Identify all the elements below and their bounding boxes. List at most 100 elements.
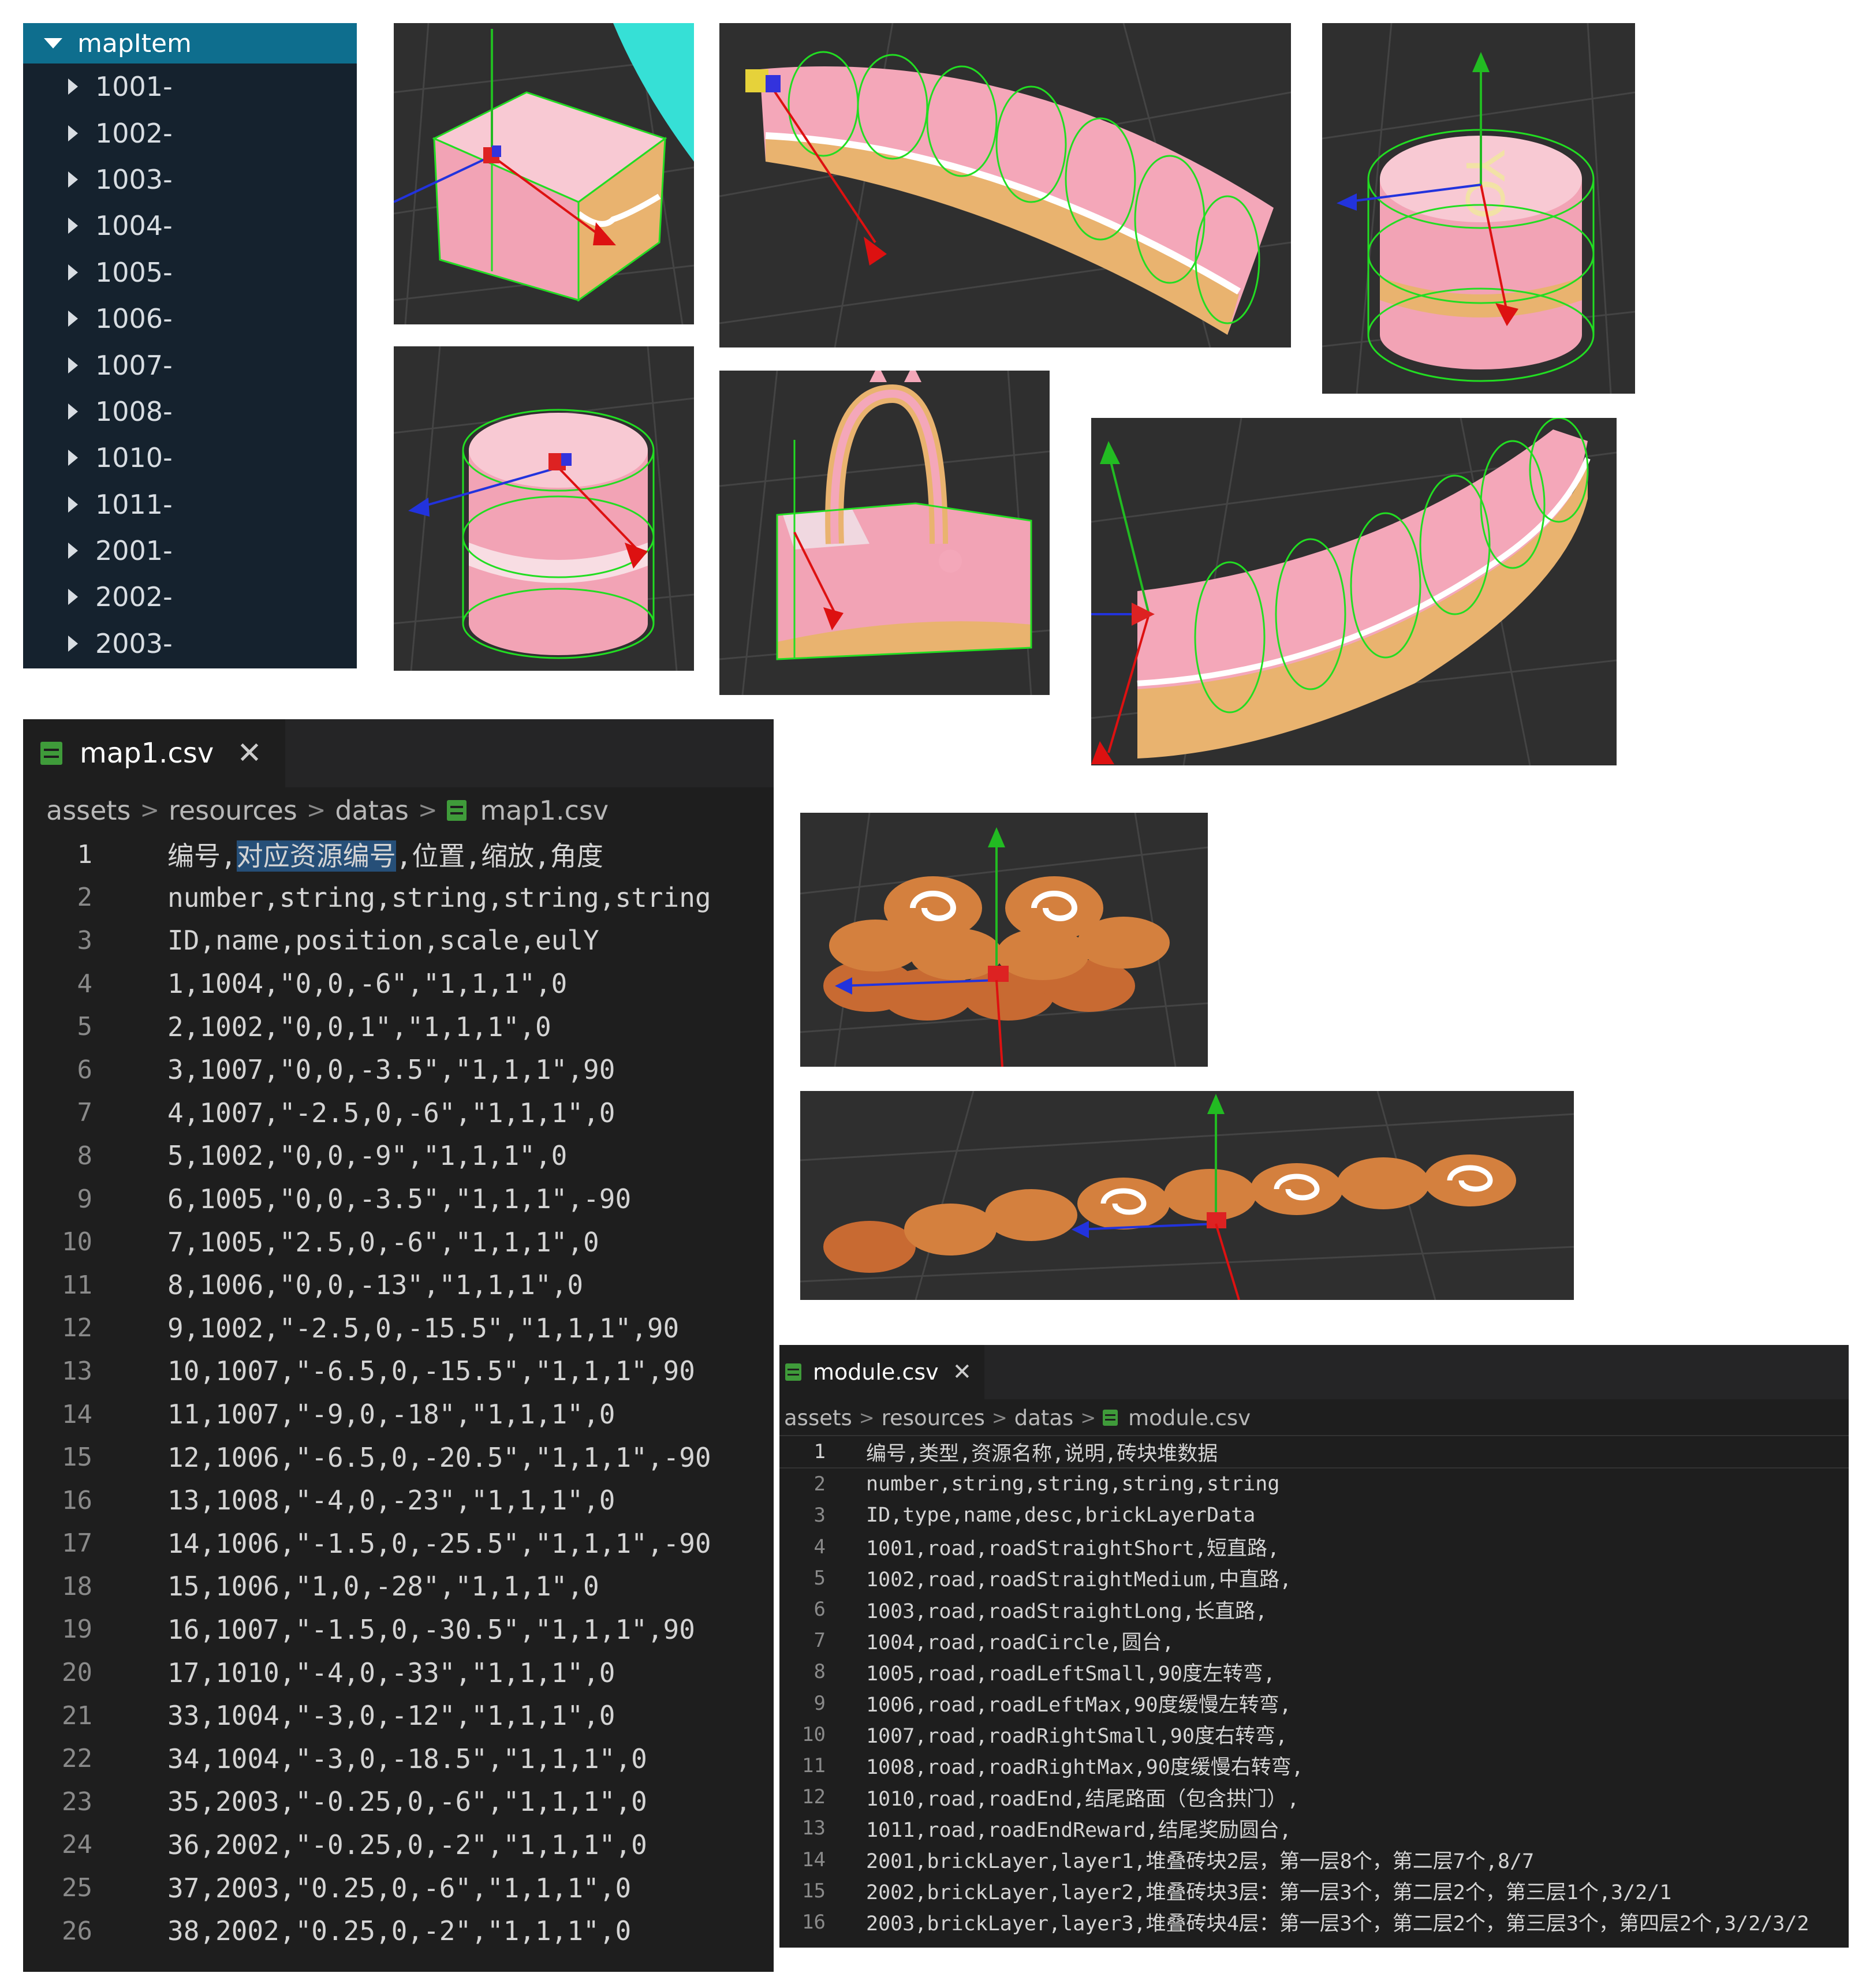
code-line[interactable]: 18 15,1006,"1,0,-28","1,1,1",0 — [23, 1565, 774, 1608]
code-line[interactable]: 2 number,string,string,string,string — [779, 1468, 1849, 1500]
line-text[interactable]: number,string,string,string,string — [866, 1473, 1279, 1496]
line-text[interactable]: 1005,road,roadLeftSmall,90度左转弯, — [866, 1657, 1275, 1687]
code-line[interactable]: 3 ID,type,name,desc,brickLayerData — [779, 1500, 1849, 1531]
line-text[interactable]: 11,1007,"-9,0,-18","1,1,1",0 — [167, 1399, 615, 1430]
line-text[interactable]: 1004,road,roadCircle,圆台, — [866, 1626, 1174, 1656]
line-text[interactable]: 13,1008,"-4,0,-23","1,1,1",0 — [167, 1485, 615, 1516]
line-text[interactable]: 2002,brickLayer,layer2,堆叠砖块3层：第一层3个，第二层2… — [866, 1876, 1671, 1905]
viewport-brick-row[interactable] — [800, 1091, 1574, 1300]
code-line[interactable]: 16 13,1008,"-4,0,-23","1,1,1",0 — [23, 1479, 774, 1522]
code-line[interactable]: 1 编号,类型,资源名称,说明,砖块堆数据 — [779, 1435, 1849, 1469]
tree-item-1005[interactable]: 1005- — [23, 249, 357, 296]
line-text[interactable]: 2003,brickLayer,layer3,堆叠砖块4层：第一层3个，第二层2… — [866, 1907, 1809, 1937]
tree-item-1001[interactable]: 1001- — [23, 63, 357, 110]
curved-road-piece[interactable] — [1137, 429, 1591, 758]
code-line[interactable]: 5 2,1002,"0,0,1","1,1,1",0 — [23, 1005, 774, 1048]
line-text[interactable]: 1010,road,roadEnd,结尾路面（包含拱门）, — [866, 1783, 1299, 1812]
line-text[interactable]: 33,1004,"-3,0,-12","1,1,1",0 — [167, 1700, 615, 1731]
code-line[interactable]: 10 7,1005,"2.5,0,-6","1,1,1",0 — [23, 1220, 774, 1264]
chevron-right-icon[interactable] — [68, 171, 78, 188]
line-text[interactable]: 1002,road,roadStraightMedium,中直路, — [866, 1563, 1292, 1593]
viewport-brick-layers[interactable] — [800, 813, 1208, 1067]
code-line[interactable]: 20 17,1010,"-4,0,-33","1,1,1",0 — [23, 1651, 774, 1694]
line-text[interactable]: 1007,road,roadRightSmall,90度右转弯, — [866, 1720, 1287, 1749]
viewport-curved-road[interactable] — [719, 23, 1291, 347]
code-line[interactable]: 17 14,1006,"-1.5,0,-25.5","1,1,1",-90 — [23, 1522, 774, 1565]
line-text[interactable]: 1003,road,roadStraightLong,长直路, — [866, 1595, 1267, 1624]
code-line[interactable]: 19 16,1007,"-1.5,0,-30.5","1,1,1",90 — [23, 1608, 774, 1651]
code-line[interactable]: 2 number,string,string,string,string — [23, 876, 774, 920]
tree-item-1004[interactable]: 1004- — [23, 203, 357, 249]
code-area[interactable]: 1 编号,对应资源编号,位置,缩放,角度 2 number,string,string… — [23, 832, 774, 1952]
tree-item-1003[interactable]: 1003- — [23, 156, 357, 203]
tree-root-mapitem[interactable]: mapItem — [23, 23, 357, 63]
code-line[interactable]: 23 35,2003,"-0.25,0,-6","1,1,1",0 — [23, 1780, 774, 1823]
code-line[interactable]: 7 1004,road,roadCircle,圆台, — [779, 1625, 1849, 1656]
line-text[interactable]: 4,1007,"-2.5,0,-6","1,1,1",0 — [167, 1097, 615, 1128]
code-line[interactable]: 4 1001,road,roadStraightShort,短直路, — [779, 1531, 1849, 1563]
code-line[interactable]: 1 编号,对应资源编号,位置,缩放,角度 — [23, 833, 774, 876]
line-text[interactable]: 15,1006,"1,0,-28","1,1,1",0 — [167, 1571, 599, 1602]
chevron-right-icon[interactable] — [68, 450, 78, 466]
breadcrumb-assets[interactable]: assets — [46, 795, 130, 826]
breadcrumb-datas[interactable]: datas — [1014, 1406, 1074, 1430]
line-text[interactable]: 16,1007,"-1.5,0,-30.5","1,1,1",90 — [167, 1614, 695, 1645]
code-line[interactable]: 15 12,1006,"-6.5,0,-20.5","1,1,1",-90 — [23, 1436, 774, 1479]
code-line[interactable]: 7 4,1007,"-2.5,0,-6","1,1,1",0 — [23, 1092, 774, 1135]
line-text[interactable]: 36,2002,"-0.25,0,-2","1,1,1",0 — [167, 1829, 647, 1860]
line-text[interactable]: 8,1006,"0,0,-13","1,1,1",0 — [167, 1269, 583, 1301]
line-text[interactable]: 3,1007,"0,0,-3.5","1,1,1",90 — [167, 1054, 615, 1085]
code-line[interactable]: 5 1002,road,roadStraightMedium,中直路, — [779, 1563, 1849, 1594]
code-line[interactable]: 14 11,1007,"-9,0,-18","1,1,1",0 — [23, 1393, 774, 1436]
end-road-piece[interactable] — [777, 503, 1031, 659]
chevron-right-icon[interactable] — [68, 635, 78, 652]
code-line[interactable]: 13 10,1007,"-6.5,0,-15.5","1,1,1",90 — [23, 1350, 774, 1393]
code-line[interactable]: 12 1010,road,roadEnd,结尾路面（包含拱门）, — [779, 1781, 1849, 1813]
code-line[interactable]: 8 1005,road,roadLeftSmall,90度左转弯, — [779, 1656, 1849, 1687]
viewport-round-cake-2[interactable] — [394, 346, 694, 671]
line-text[interactable]: ID,name,position,scale,eulY — [167, 925, 599, 956]
tree-item-1006[interactable]: 1006- — [23, 296, 357, 342]
line-text[interactable]: 10,1007,"-6.5,0,-15.5","1,1,1",90 — [167, 1355, 695, 1387]
chevron-right-icon[interactable] — [68, 589, 78, 606]
code-line[interactable]: 6 1003,road,roadStraightLong,长直路, — [779, 1594, 1849, 1625]
code-line[interactable]: 9 6,1005,"0,0,-3.5","1,1,1",-90 — [23, 1178, 774, 1221]
line-text[interactable]: 12,1006,"-6.5,0,-20.5","1,1,1",-90 — [167, 1442, 711, 1473]
line-text[interactable]: number,string,string,string,string — [167, 882, 711, 913]
line-text[interactable]: 1,1004,"0,0,-6","1,1,1",0 — [167, 968, 567, 999]
close-icon[interactable]: ✕ — [953, 1359, 972, 1385]
tree-item-1007[interactable]: 1007- — [23, 342, 357, 388]
breadcrumb-resources[interactable]: resources — [169, 795, 297, 826]
code-line[interactable]: 11 8,1006,"0,0,-13","1,1,1",0 — [23, 1264, 774, 1307]
code-area[interactable]: 1 编号,类型,资源名称,说明,砖块堆数据 2 number,string,strin… — [779, 1435, 1849, 1938]
line-text[interactable]: 34,1004,"-3,0,-18.5","1,1,1",0 — [167, 1743, 647, 1774]
code-line[interactable]: 3 ID,name,position,scale,eulY — [23, 919, 774, 962]
breadcrumb-datas[interactable]: datas — [335, 795, 409, 826]
code-line[interactable]: 13 1011,road,roadEndReward,结尾奖励圆台, — [779, 1813, 1849, 1844]
chevron-right-icon[interactable] — [68, 125, 78, 141]
code-line[interactable]: 4 1,1004,"0,0,-6","1,1,1",0 — [23, 962, 774, 1006]
line-text[interactable]: 1001,road,roadStraightShort,短直路, — [866, 1532, 1279, 1561]
code-line[interactable]: 12 9,1002,"-2.5,0,-15.5","1,1,1",90 — [23, 1307, 774, 1350]
line-text[interactable]: 2001,brickLayer,layer1,堆叠砖块2层，第一层8个，第二层7… — [866, 1845, 1534, 1874]
code-line[interactable]: 25 37,2003,"0.25,0,-6","1,1,1",0 — [23, 1866, 774, 1909]
code-line[interactable]: 15 2002,brickLayer,layer2,堆叠砖块3层：第一层3个，第二… — [779, 1875, 1849, 1907]
line-text[interactable]: 9,1002,"-2.5,0,-15.5","1,1,1",90 — [167, 1313, 679, 1344]
code-line[interactable]: 21 33,1004,"-3,0,-12","1,1,1",0 — [23, 1694, 774, 1737]
chevron-right-icon[interactable] — [68, 79, 78, 95]
close-icon[interactable]: ✕ — [237, 736, 262, 771]
breadcrumb-resources[interactable]: resources — [882, 1406, 985, 1430]
chevron-right-icon[interactable] — [68, 264, 78, 281]
tree-item-2001[interactable]: 2001- — [23, 528, 357, 574]
code-line[interactable]: 8 5,1002,"0,0,-9","1,1,1",0 — [23, 1134, 774, 1178]
breadcrumb-file[interactable]: module.csv — [1128, 1406, 1251, 1430]
chevron-down-icon[interactable] — [44, 38, 62, 48]
chevron-right-icon[interactable] — [68, 543, 78, 559]
tree-item-1002[interactable]: 1002- — [23, 110, 357, 156]
line-text[interactable]: 编号,类型,资源名称,说明,砖块堆数据 — [866, 1437, 1218, 1467]
tree-item-1011[interactable]: 1011- — [23, 481, 357, 528]
line-text[interactable]: ID,type,name,desc,brickLayerData — [866, 1504, 1255, 1527]
curved-road-piece[interactable] — [760, 66, 1274, 335]
viewport-end-gate[interactable] — [719, 371, 1050, 695]
chevron-right-icon[interactable] — [68, 218, 78, 234]
